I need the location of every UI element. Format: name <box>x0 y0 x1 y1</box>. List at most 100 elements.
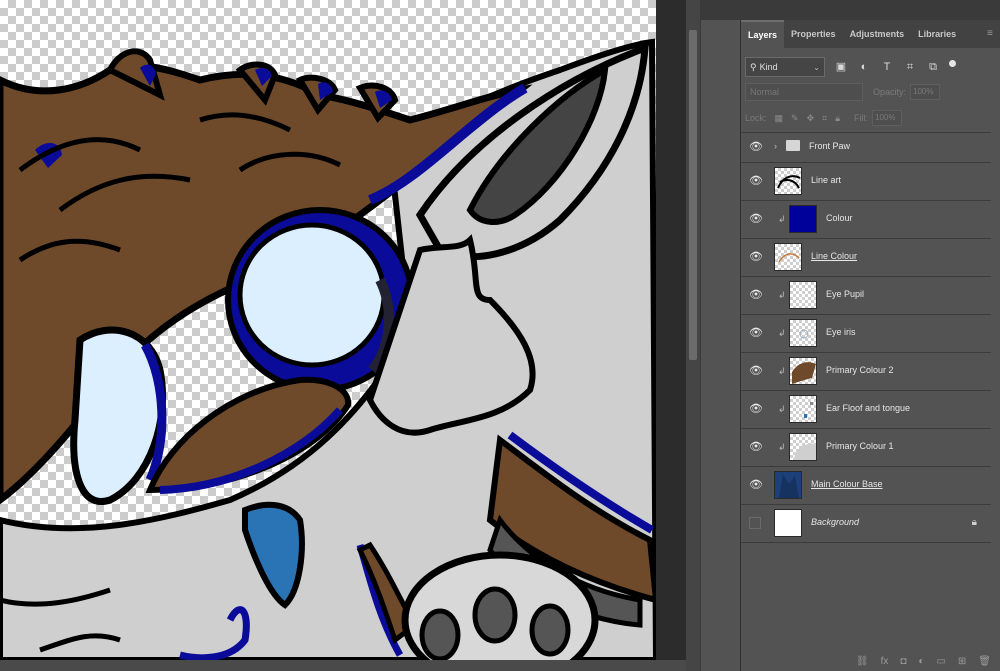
layer-row-primary-colour-1[interactable]: 👁︎ ↲ Primary Colour 1 <box>741 429 991 467</box>
layer-thumbnail <box>774 243 802 271</box>
layer-style-icon[interactable]: fx <box>881 656 889 667</box>
layer-name: Line Colour <box>811 251 858 261</box>
layers-panel: Layers Properties Adjustments Libraries … <box>740 20 1000 671</box>
visibility-eye-icon[interactable]: 👁︎ <box>749 251 763 263</box>
layer-thumbnail <box>789 281 817 309</box>
photoshop-window: Layers Properties Adjustments Libraries … <box>0 0 1000 671</box>
lock-all-icon[interactable]: 🔒︎ <box>835 113 840 124</box>
chevron-right-icon[interactable]: › <box>774 141 777 151</box>
panel-header-strip <box>700 0 1000 20</box>
document-canvas[interactable] <box>0 0 656 660</box>
clipping-arrow-icon: ↲ <box>778 290 786 300</box>
blend-mode-row: Normal Opacity: 100% <box>741 82 1000 102</box>
clipping-arrow-icon: ↲ <box>778 328 786 338</box>
add-mask-icon[interactable]: ◘ <box>900 656 906 667</box>
layer-thumbnail <box>774 471 802 499</box>
vertical-scrollbar-thumb[interactable] <box>689 30 697 360</box>
tab-adjustments[interactable]: Adjustments <box>843 20 912 48</box>
layer-name: Front Paw <box>809 141 851 151</box>
layer-row-line-art[interactable]: 👁︎ Line art <box>741 163 991 201</box>
clipping-arrow-icon: ↲ <box>778 366 786 376</box>
layers-bottom-toolbar: ⛓ fx ◘ ◐ ▭ ⊞ 🗑︎ <box>741 651 1000 671</box>
layer-row-main-colour-base[interactable]: 👁︎ Main Colour Base <box>741 467 991 505</box>
folder-icon <box>786 140 800 151</box>
lock-transparent-icon[interactable]: ▦ <box>775 113 784 124</box>
visibility-eye-icon[interactable]: 👁︎ <box>749 141 763 153</box>
layer-name: Primary Colour 1 <box>826 441 894 451</box>
clipping-arrow-icon: ↲ <box>778 404 786 414</box>
filter-toggle-icon[interactable] <box>949 59 956 67</box>
artwork-illustration <box>0 38 656 660</box>
visibility-off-box[interactable] <box>749 517 761 529</box>
layer-name: Background <box>811 517 860 527</box>
lock-artboard-icon[interactable]: ⌗ <box>822 113 827 124</box>
fill-color-swatch[interactable] <box>789 205 817 233</box>
tab-libraries[interactable]: Libraries <box>911 20 963 48</box>
panel-tabs: Layers Properties Adjustments Libraries … <box>741 20 1000 48</box>
link-layers-icon[interactable]: ⛓ <box>856 656 869 667</box>
layer-name: Colour <box>826 213 853 223</box>
opacity-field[interactable]: 100% <box>910 84 941 100</box>
shape-filter-icon[interactable]: ⌗ <box>903 60 917 74</box>
tab-layers[interactable]: Layers <box>741 20 785 48</box>
visibility-eye-icon[interactable]: 👁︎ <box>749 289 763 301</box>
adjustment-filter-icon[interactable]: ◐ <box>857 60 871 74</box>
adjustment-layer-icon[interactable]: ◐ <box>918 656 924 667</box>
fill-label: Fill: <box>854 113 868 123</box>
smart-object-filter-icon[interactable]: ⧉ <box>926 60 940 74</box>
layer-row-background[interactable]: Background 🔒︎ <box>741 505 991 543</box>
filter-kind-select[interactable]: ⚲ Kind ⌄ <box>745 57 825 77</box>
panel-menu-icon[interactable]: ≡ <box>987 20 1000 48</box>
clipping-arrow-icon: ↲ <box>778 442 786 452</box>
paw-bean-2 <box>472 586 518 644</box>
visibility-eye-icon[interactable]: 👁︎ <box>749 441 763 453</box>
paw-bean-1 <box>419 608 461 660</box>
layer-row-front-paw[interactable]: 👁︎ › Front Paw <box>741 133 991 163</box>
panel-dock-strip <box>700 0 740 671</box>
layer-row-line-colour[interactable]: 👁︎ Line Colour <box>741 239 991 277</box>
visibility-eye-icon[interactable]: 👁︎ <box>749 327 763 339</box>
lock-row: Lock: ▦ ✎ ✥ ⌗ 🔒︎ Fill: 100% <box>741 108 1000 128</box>
fill-field[interactable]: 100% <box>872 110 902 126</box>
filter-kind-label: Kind <box>759 62 778 72</box>
horizontal-scrollbar[interactable] <box>0 660 686 671</box>
layer-name: Eye iris <box>826 327 856 337</box>
visibility-eye-icon[interactable]: 👁︎ <box>749 365 763 377</box>
layer-name: Ear Floof and tongue <box>826 403 911 413</box>
layer-thumbnail <box>789 319 817 347</box>
right-eye <box>237 222 387 368</box>
layer-name: Main Colour Base <box>811 479 883 489</box>
tab-properties[interactable]: Properties <box>784 20 843 48</box>
chevron-down-icon: ⌄ <box>813 62 820 72</box>
layer-thumbnail <box>789 433 817 461</box>
opacity-label: Opacity: <box>873 87 907 97</box>
type-filter-icon[interactable]: T <box>880 60 894 74</box>
visibility-eye-icon[interactable]: 👁︎ <box>749 403 763 415</box>
layers-list: 👁︎ › Front Paw 👁︎ Line art 👁︎ ↲ Colour 👁… <box>741 132 991 543</box>
layer-thumbnail <box>789 395 817 423</box>
layer-thumbnail <box>774 509 802 537</box>
search-icon: ⚲ <box>750 61 757 72</box>
visibility-eye-icon[interactable]: 👁︎ <box>749 175 763 187</box>
lock-position-icon[interactable]: ✥ <box>807 113 815 124</box>
blend-mode-select[interactable]: Normal <box>745 83 863 101</box>
layer-row-colour[interactable]: 👁︎ ↲ Colour <box>741 201 991 239</box>
new-layer-icon[interactable]: ⊞ <box>958 656 966 667</box>
layer-name: Eye Pupil <box>826 289 865 299</box>
layer-name: Line art <box>811 175 842 185</box>
layer-row-primary-colour-2[interactable]: 👁︎ ↲ Primary Colour 2 <box>741 353 991 391</box>
lock-icon: 🔒︎ <box>971 517 977 528</box>
pixel-filter-icon[interactable]: ▣ <box>834 60 848 74</box>
layer-thumbnail <box>774 167 802 195</box>
new-group-icon[interactable]: ▭ <box>936 656 945 667</box>
lock-pixels-icon[interactable]: ✎ <box>791 113 799 124</box>
layer-filter-row: ⚲ Kind ⌄ ▣ ◐ T ⌗ ⧉ <box>741 56 1000 78</box>
paw-bean-3 <box>529 603 571 657</box>
visibility-eye-icon[interactable]: 👁︎ <box>749 479 763 491</box>
layer-row-eye-iris[interactable]: 👁︎ ↲ Eye iris <box>741 315 991 353</box>
layer-row-ear-floof-and-tongue[interactable]: 👁︎ ↲ Ear Floof and tongue <box>741 391 991 429</box>
lock-label: Lock: <box>745 113 767 123</box>
layer-row-eye-pupil[interactable]: 👁︎ ↲ Eye Pupil <box>741 277 991 315</box>
trash-icon[interactable]: 🗑︎ <box>978 656 991 667</box>
visibility-eye-icon[interactable]: 👁︎ <box>749 213 763 225</box>
